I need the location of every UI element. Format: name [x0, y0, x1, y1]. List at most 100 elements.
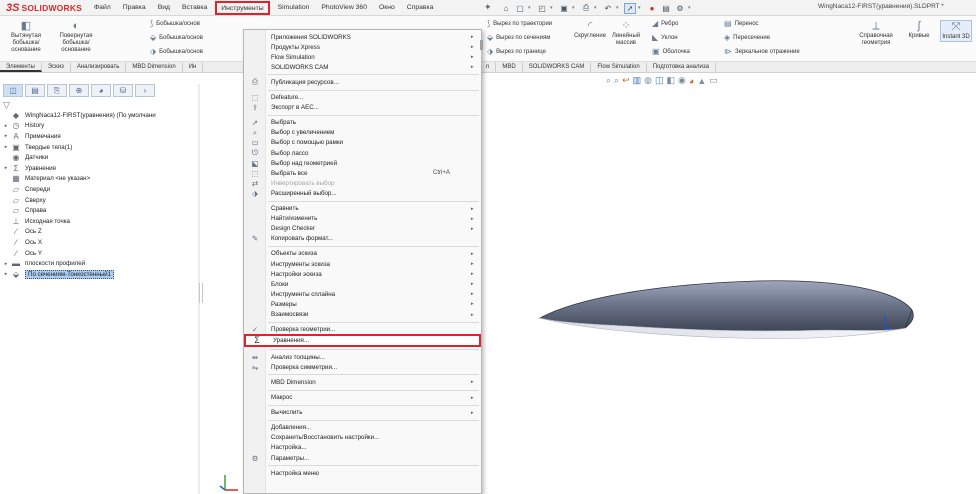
menu-8[interactable]: Справка	[401, 0, 440, 16]
display-manager-tab-icon[interactable]: ◕	[91, 84, 111, 97]
tab-flow-simulation[interactable]: Flow Simulation	[591, 62, 647, 73]
tab-solidworks-cam[interactable]: SOLIDWORKS CAM	[523, 62, 592, 73]
menu-item[interactable]: ⎙ Публикация ресурсов...	[244, 77, 481, 87]
expand-arrow-icon[interactable]: ▸	[2, 271, 10, 277]
tree-item[interactable]: ◉ Датчики	[2, 152, 198, 163]
wing-model[interactable]	[537, 270, 937, 400]
chevron-down-icon[interactable]: ▾	[528, 5, 534, 11]
section-view-icon[interactable]: ▥	[633, 75, 642, 86]
property-manager-tab-icon[interactable]: ▤	[25, 84, 45, 97]
edit-appearance-icon[interactable]: ◕	[689, 76, 694, 86]
cam-tab-icon[interactable]: ⛁	[113, 84, 133, 97]
menu-item[interactable]: Design Checker ▸	[244, 224, 481, 234]
menu-5[interactable]: Simulation	[272, 0, 316, 16]
options-icon[interactable]: ⚙	[674, 3, 686, 14]
expand-arrow-icon[interactable]: ▸	[2, 133, 10, 139]
menu-item[interactable]: Взаимосвязи ▸	[244, 310, 481, 320]
menu-item[interactable]: ⬕ Выбор над геометрией	[244, 158, 481, 168]
menu-item[interactable]: ➚ Выбрать	[244, 118, 481, 128]
swept-cut-button[interactable]: ⟆ Вырез по траектории	[487, 19, 552, 28]
menu-item[interactable]: ⬚ Defeature...	[244, 93, 481, 103]
tree-item[interactable]: ◆ WingNaca12-FIRST(уравнения) (По умолчан…	[2, 110, 198, 121]
tree-item[interactable]: ▸ ⬙ По сечениям-Тонкостенный1	[2, 269, 198, 280]
view-orientation-icon[interactable]: ◫	[655, 75, 664, 86]
menu-1[interactable]: Правка	[117, 0, 152, 16]
menu-0[interactable]: Файл	[88, 0, 117, 16]
shell-button[interactable]: ▣ Оболочка	[652, 47, 690, 56]
open-icon[interactable]: ◰	[536, 3, 548, 14]
dimxpert-tab-icon[interactable]: ⊕	[69, 84, 89, 97]
tab-tools-partial[interactable]: Ин	[183, 62, 204, 72]
fillet-button[interactable]: ◜ Скругление	[572, 20, 608, 40]
rebuild-icon[interactable]: ●	[646, 3, 658, 14]
expand-arrow-icon[interactable]: ▸	[2, 144, 10, 150]
menu-item[interactable]: Сравнить ▸	[244, 204, 481, 214]
boundary-cut-button[interactable]: ⬗ Вырез по границе	[487, 47, 546, 56]
menu-item[interactable]: Настройка...	[244, 443, 481, 453]
wrap-button[interactable]: ▤ Перенос	[724, 19, 759, 28]
view-settings-icon[interactable]: ▭	[709, 75, 718, 86]
tree-item[interactable]: ▱ Сверху	[2, 195, 198, 206]
splitter-grip[interactable]	[199, 283, 203, 303]
linear-pattern-button[interactable]: ⁘ Линейный массив	[610, 20, 642, 47]
undo-icon[interactable]: ↶	[602, 3, 614, 14]
lofted-boss-button[interactable]: ⬙ Бобышка/основ	[150, 33, 203, 42]
tree-item[interactable]: ▱ Спереди	[2, 184, 198, 195]
menu-item[interactable]: Объекты эскиза ▸	[244, 249, 481, 259]
menu-item[interactable]: Продукты Xpress ▸	[244, 42, 481, 52]
menu-item[interactable]: Инструменты сплайна ▸	[244, 289, 481, 299]
intersect-button[interactable]: ◈ Пересечение	[724, 33, 770, 42]
tree-item[interactable]: ▦ Материал <не указан>	[2, 174, 198, 185]
menu-item[interactable]: Инструменты эскиза ▸	[244, 259, 481, 269]
menu-item[interactable]: ⬚ Выбрать все Ctrl+A	[244, 168, 481, 178]
tree-item[interactable]: ▸ ▣ Твердые тела(1)	[2, 142, 198, 153]
menu-item[interactable]: Вычислить ▸	[244, 408, 481, 418]
boundary-boss-button[interactable]: ⬗ Бобышка/основ	[150, 47, 203, 56]
menu-item[interactable]: Настройки эскиза ▸	[244, 269, 481, 279]
tree-item[interactable]: ∕ Ось Z	[2, 227, 198, 238]
swept-boss-button[interactable]: ⟆ Бобышка/основ	[150, 19, 200, 28]
menu-item[interactable]: ⬗ Расширенный выбор...	[244, 188, 481, 198]
configuration-manager-tab-icon[interactable]: ⎘	[47, 84, 67, 97]
menu-item[interactable]: ▭ Выбор с помощью рамки	[244, 138, 481, 148]
rib-button[interactable]: ◢ Ребро	[652, 19, 678, 28]
draft-button[interactable]: ◣ Уклон	[652, 33, 678, 42]
menu-item[interactable]: ⌕ Выбор с увеличением	[244, 128, 481, 138]
menu-item[interactable]: Блоки ▸	[244, 279, 481, 289]
menu-item[interactable]: ✎ Копировать формат...	[244, 234, 481, 244]
tab-mbd-dimension[interactable]: MBD Dimension	[126, 62, 183, 72]
tab-partial[interactable]: n	[480, 62, 497, 73]
tab-features[interactable]: Элементы	[0, 62, 42, 72]
tree-item[interactable]: ∕ Ось Y	[2, 248, 198, 259]
expand-arrow-icon[interactable]: ▸	[2, 123, 10, 129]
dynamic-annotation-icon[interactable]: ◍	[644, 75, 652, 86]
save-icon[interactable]: ▣	[558, 3, 570, 14]
apply-scene-icon[interactable]: ▲	[697, 76, 706, 86]
menu-item[interactable]: Добавления...	[244, 423, 481, 433]
chevron-down-icon[interactable]: ▾	[572, 5, 578, 11]
curves-button[interactable]: ∫ Кривые	[904, 20, 934, 40]
tree-item[interactable]: ∕ Ось X	[2, 237, 198, 248]
menu-item[interactable]: Найти/изменить ▸	[244, 214, 481, 224]
select-icon[interactable]: ➚	[624, 2, 636, 14]
menu-item[interactable]: ⚙ Параметры...	[244, 453, 481, 463]
revolved-boss-button[interactable]: ◐ Повернутая бобышка/основание	[52, 20, 100, 54]
wing-upper-surface[interactable]	[538, 280, 914, 332]
menu-6[interactable]: PhotoView 360	[315, 0, 373, 16]
tree-item[interactable]: ▸ ▬ плоскости профилей	[2, 258, 198, 269]
chevron-down-icon[interactable]: ▾	[688, 5, 694, 11]
extruded-boss-button[interactable]: ◧ Вытянутая бобышка/основание	[4, 20, 48, 54]
menu-item[interactable]: Приложения SOLIDWORKS ▸	[244, 32, 481, 42]
menu-item[interactable]: Flow Simulation ▸	[244, 52, 481, 62]
menu-item[interactable]: ⇄ Инвертировать выбор	[244, 178, 481, 188]
pin-icon[interactable]: ✦	[484, 2, 492, 13]
menu-item-equations[interactable]: Σ Уравнения...	[244, 333, 481, 347]
tab-analysis-preparation[interactable]: Подготовка анализа	[647, 62, 716, 73]
tree-item[interactable]: ▸ ◷ History	[2, 121, 198, 132]
menu-item[interactable]: ⇪ Экспорт в AEC...	[244, 103, 481, 113]
home-icon[interactable]: ⌂	[500, 3, 512, 14]
menu-item[interactable]: Настройка меню	[244, 468, 481, 478]
solidworks-logo[interactable]: 3S SOLIDWORKS	[6, 1, 82, 15]
menu-item[interactable]: Сохранить/Восстановить настройки...	[244, 433, 481, 443]
hide-show-items-icon[interactable]: ◉	[678, 75, 686, 86]
